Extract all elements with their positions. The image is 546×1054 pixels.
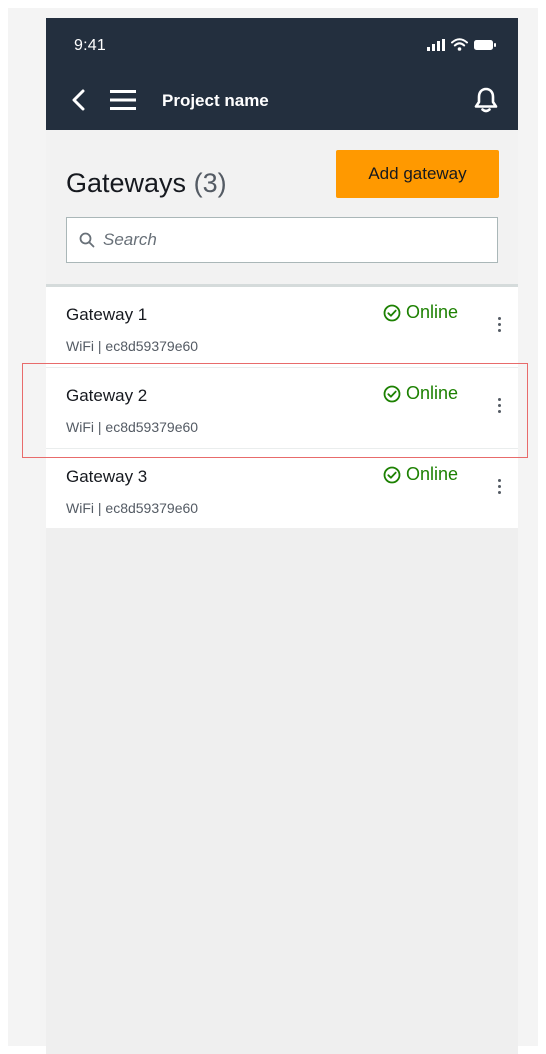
check-circle-icon [383, 385, 401, 403]
battery-icon [474, 39, 496, 51]
check-circle-icon [383, 304, 401, 322]
search-icon [79, 232, 95, 248]
page-title-text: Gateways [66, 168, 187, 198]
chevron-left-icon [71, 89, 85, 116]
gateway-connection-info: WiFi | ec8d59379e60 [66, 338, 199, 354]
more-vertical-icon[interactable] [492, 474, 506, 498]
search-input[interactable] [103, 230, 463, 250]
page-title: Gateways (3) [66, 168, 227, 199]
gateway-name: Gateway 3 [66, 467, 148, 486]
bell-icon [474, 87, 498, 118]
page-header: Gateways (3) Add gateway [46, 130, 518, 284]
gateway-list-item[interactable]: Gateway 3 WiFi | ec8d59379e60 Online [46, 449, 518, 528]
menu-button[interactable] [108, 89, 138, 115]
wifi-icon [451, 38, 468, 51]
app-header: 9:41 Project name [46, 18, 518, 130]
gateway-count: (3) [193, 168, 227, 198]
gateway-connection-info: WiFi | ec8d59379e60 [66, 500, 199, 516]
hamburger-menu-icon [110, 89, 136, 115]
gateway-list-item[interactable]: Gateway 2 WiFi | ec8d59379e60 Online [46, 368, 518, 449]
cellular-signal-icon [427, 38, 445, 51]
status-icons [427, 38, 496, 51]
status-text: Online [406, 383, 459, 403]
more-vertical-icon[interactable] [492, 312, 506, 336]
search-field[interactable] [66, 217, 498, 263]
gateway-name: Gateway 2 [66, 386, 148, 405]
gateway-list-item[interactable]: Gateway 1 WiFi | ec8d59379e60 Online [46, 287, 518, 368]
status-badge: Online [383, 464, 458, 485]
back-button[interactable] [68, 88, 88, 116]
status-badge: Online [383, 383, 458, 404]
add-gateway-button[interactable]: Add gateway [336, 150, 499, 198]
phone-screen: 9:41 Project name Gateways (3) Add gatew… [46, 18, 518, 1054]
project-name: Project name [162, 91, 269, 110]
gateway-list: Gateway 1 WiFi | ec8d59379e60 Online Gat… [46, 287, 518, 528]
more-vertical-icon[interactable] [492, 393, 506, 417]
status-time: 9:41 [74, 37, 106, 54]
status-badge: Online [383, 302, 458, 323]
gateway-connection-info: WiFi | ec8d59379e60 [66, 419, 199, 435]
status-text: Online [406, 302, 459, 322]
notifications-button[interactable] [471, 86, 501, 118]
gateway-name: Gateway 1 [66, 305, 148, 324]
status-text: Online [406, 464, 459, 484]
check-circle-icon [383, 466, 401, 484]
